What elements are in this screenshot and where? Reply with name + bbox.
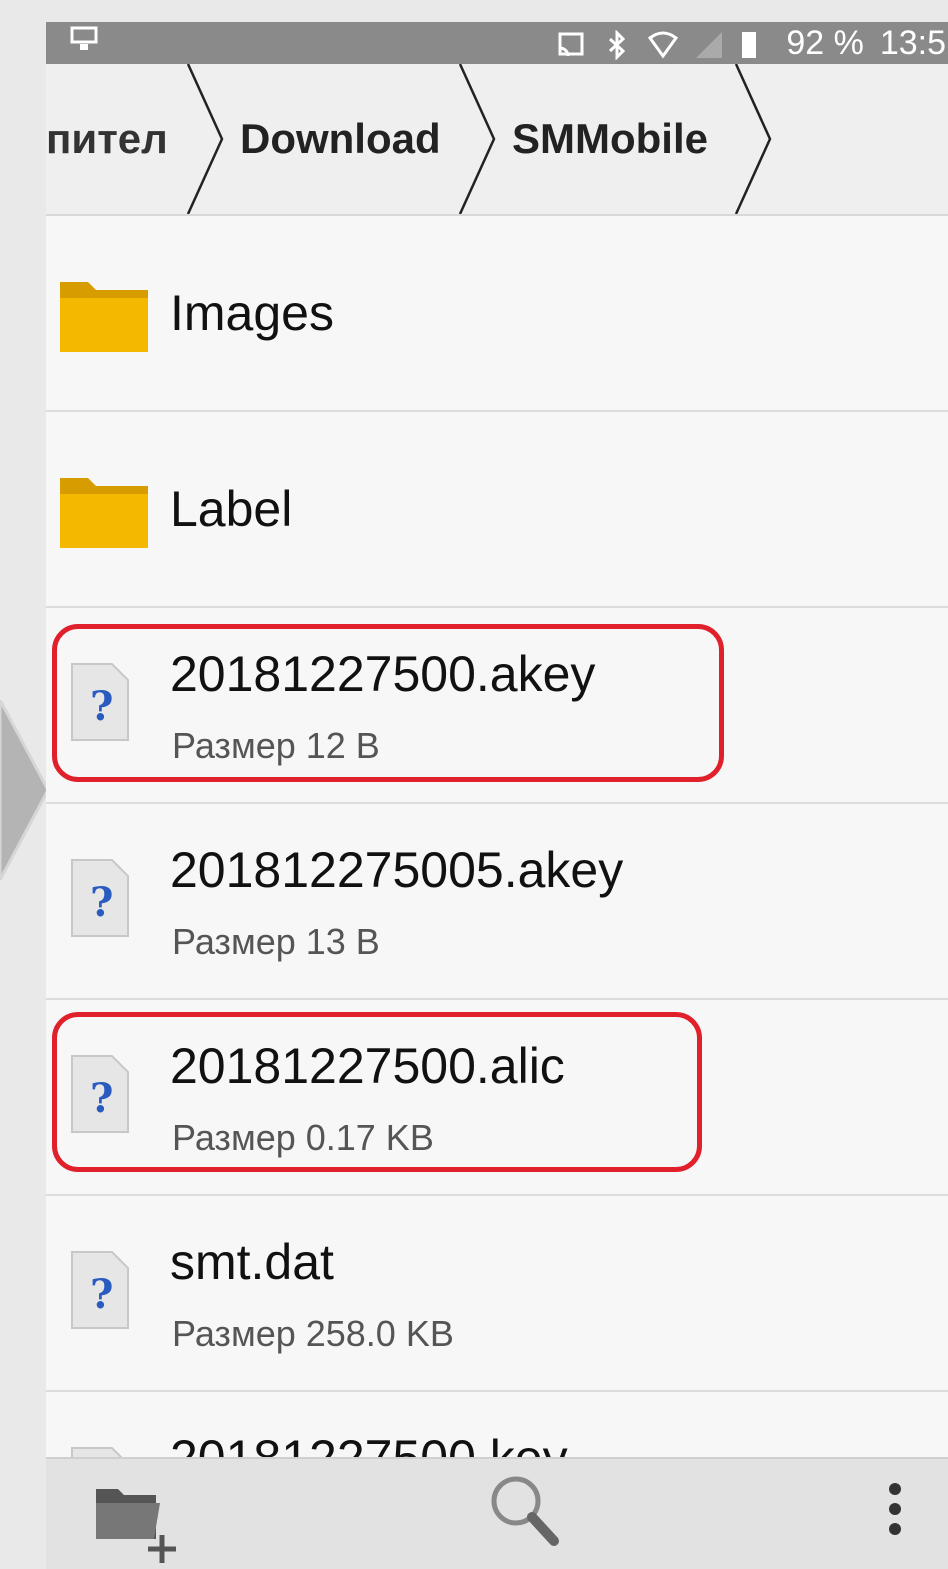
list-item-file[interactable]: ? 20181227500.alic Размер 0.17 KB xyxy=(46,1000,948,1196)
more-options-button[interactable] xyxy=(870,1459,920,1569)
new-folder-button[interactable] xyxy=(90,1459,180,1569)
list-item-folder[interactable]: Label xyxy=(46,412,948,608)
file-name: 201812275005.akey xyxy=(170,842,624,898)
file-size: Размер 258.0 KB xyxy=(172,1313,454,1354)
breadcrumb-separator-icon xyxy=(458,64,496,214)
breadcrumb-item-smmobile[interactable]: SMMobile xyxy=(512,64,708,214)
list-item-file[interactable]: ? 20181227500.akey Размер 12 B xyxy=(46,608,948,804)
search-icon xyxy=(491,1476,559,1546)
breadcrumb: пител Download SMMobile xyxy=(46,64,948,216)
folder-icon xyxy=(60,478,148,548)
status-bar: 92 % 13:5 xyxy=(46,22,948,64)
bottom-toolbar xyxy=(46,1457,948,1569)
new-folder-icon xyxy=(96,1489,176,1563)
unknown-file-icon: ? xyxy=(71,1251,129,1329)
usb-debug-icon xyxy=(68,22,102,64)
file-size: Размер 13 B xyxy=(172,921,380,962)
svg-text:?: ? xyxy=(90,1271,113,1318)
file-list: Images Label ? 20181227500.akey Размер 1… xyxy=(46,216,948,1569)
outer-chevron-decoration xyxy=(0,700,48,880)
wifi-icon xyxy=(648,28,679,59)
file-name: smt.dat xyxy=(170,1234,334,1290)
signal-icon xyxy=(694,28,724,58)
bluetooth-icon xyxy=(602,28,632,61)
list-item-file[interactable]: ? 201812275005.akey Размер 13 B xyxy=(46,804,948,1000)
cast-icon xyxy=(556,28,586,58)
breadcrumb-separator-icon xyxy=(186,64,224,214)
battery-percent: 92 % xyxy=(786,24,864,62)
search-button[interactable] xyxy=(478,1459,568,1569)
unknown-file-icon: ? xyxy=(71,859,129,937)
folder-name: Label xyxy=(170,481,293,537)
breadcrumb-item-download[interactable]: Download xyxy=(240,64,441,214)
more-vert-icon xyxy=(889,1483,901,1535)
folder-icon xyxy=(60,282,148,352)
folder-name: Images xyxy=(170,285,334,341)
phone-screen: 92 % 13:5 пител Download SMMobile Images xyxy=(46,22,948,1569)
list-item-folder[interactable]: Images xyxy=(46,216,948,412)
list-item-file[interactable]: ? smt.dat Размер 258.0 KB xyxy=(46,1196,948,1392)
highlight-box xyxy=(52,624,724,782)
breadcrumb-item-parent[interactable]: пител xyxy=(46,64,176,214)
clock: 13:5 xyxy=(879,24,946,62)
breadcrumb-separator-icon xyxy=(734,64,772,214)
highlight-box xyxy=(52,1012,702,1172)
svg-text:?: ? xyxy=(90,879,113,926)
battery-icon xyxy=(740,28,770,58)
